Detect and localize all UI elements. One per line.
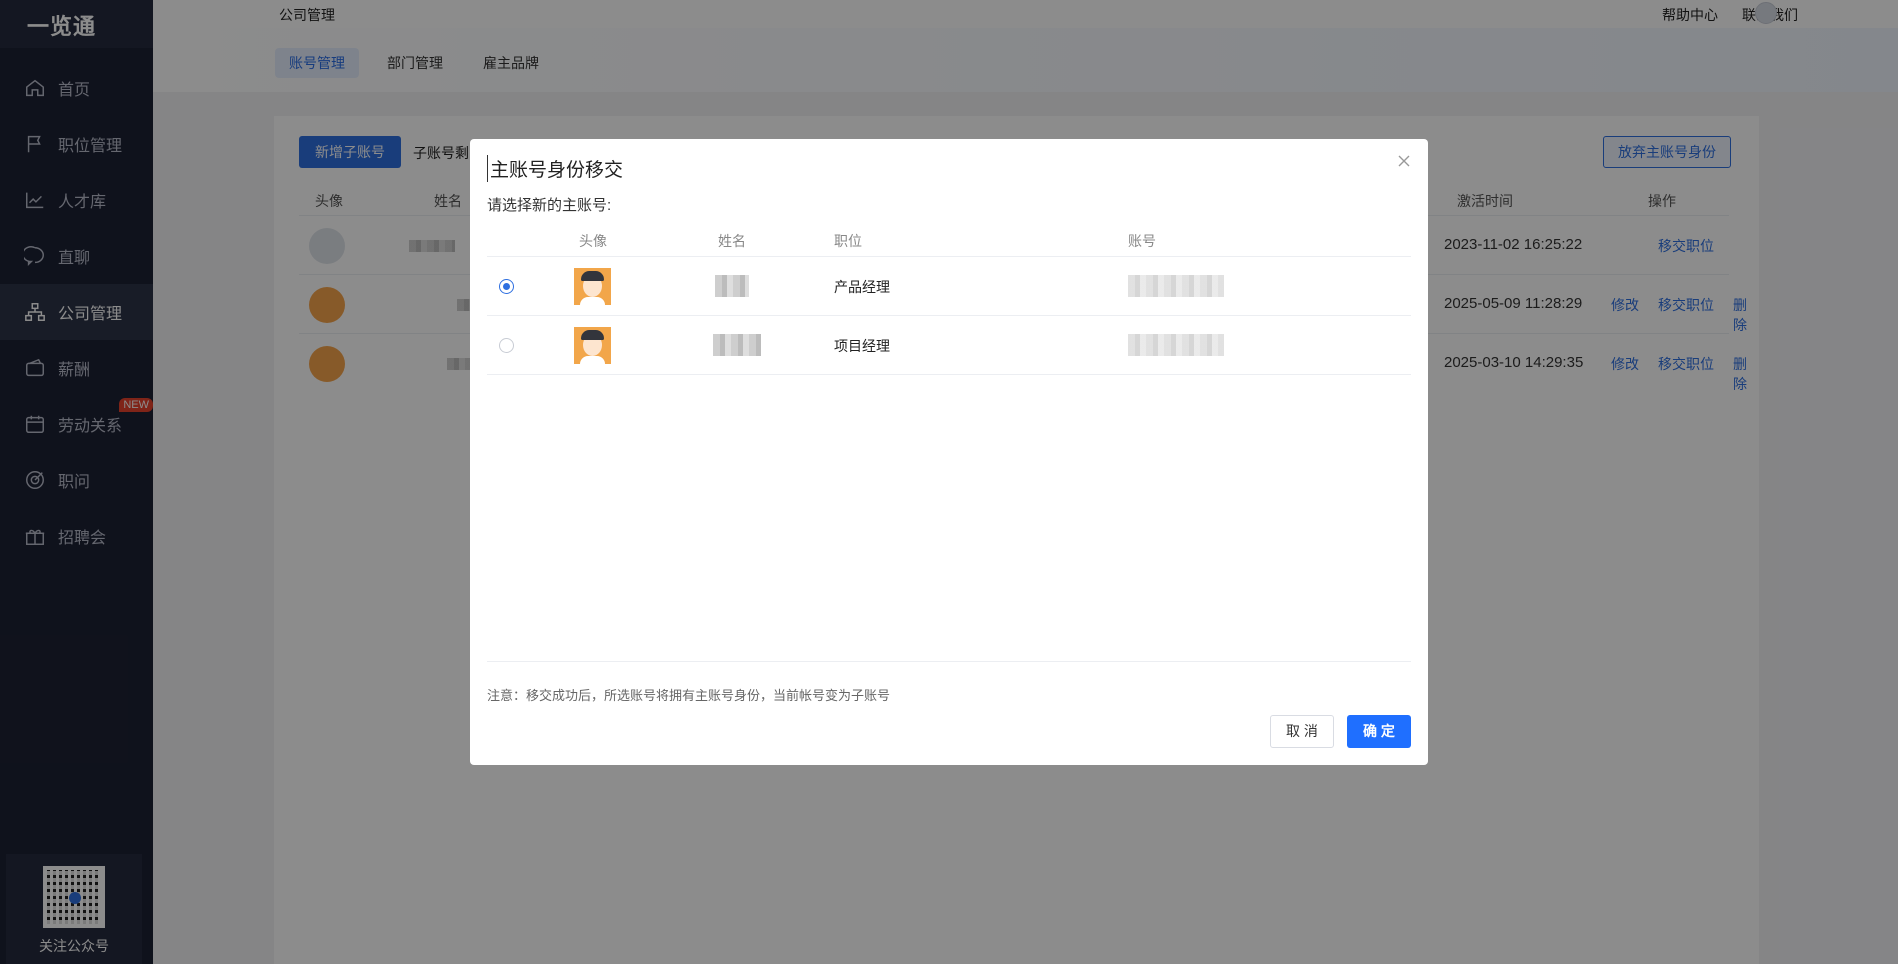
col-account: 账号 <box>1128 233 1156 249</box>
table-row[interactable]: 产品经理 <box>487 257 1411 316</box>
table-row[interactable]: 项目经理 <box>487 316 1411 375</box>
candidate-table: 头像 姓名 职位 账号 产品经理 项目经理 <box>487 222 1411 375</box>
col-position: 职位 <box>834 233 862 249</box>
name-redacted <box>715 275 749 297</box>
table-header: 头像 姓名 职位 账号 <box>487 222 1411 257</box>
col-avatar: 头像 <box>579 233 607 249</box>
position-text: 产品经理 <box>834 279 890 295</box>
account-redacted <box>1128 275 1224 297</box>
confirm-button[interactable]: 确 定 <box>1347 715 1411 748</box>
select-radio[interactable] <box>499 338 514 353</box>
select-radio[interactable] <box>499 279 514 294</box>
dialog-title: 主账号身份移交 <box>487 155 623 182</box>
close-icon[interactable] <box>1394 151 1414 171</box>
dialog-subtitle: 请选择新的主账号: <box>487 197 612 214</box>
avatar <box>574 327 611 364</box>
transfer-main-account-dialog: 主账号身份移交 请选择新的主账号: 头像 姓名 职位 账号 产品经理 项目经理 … <box>470 139 1428 765</box>
transfer-note: 注意：移交成功后，所选账号将拥有主账号身份，当前帐号变为子账号 <box>487 688 891 703</box>
col-name: 姓名 <box>718 233 746 249</box>
account-redacted <box>1128 334 1224 356</box>
divider <box>487 661 1411 662</box>
cancel-button[interactable]: 取 消 <box>1270 715 1334 748</box>
name-redacted <box>713 334 761 356</box>
avatar <box>574 268 611 305</box>
position-text: 项目经理 <box>834 338 890 354</box>
